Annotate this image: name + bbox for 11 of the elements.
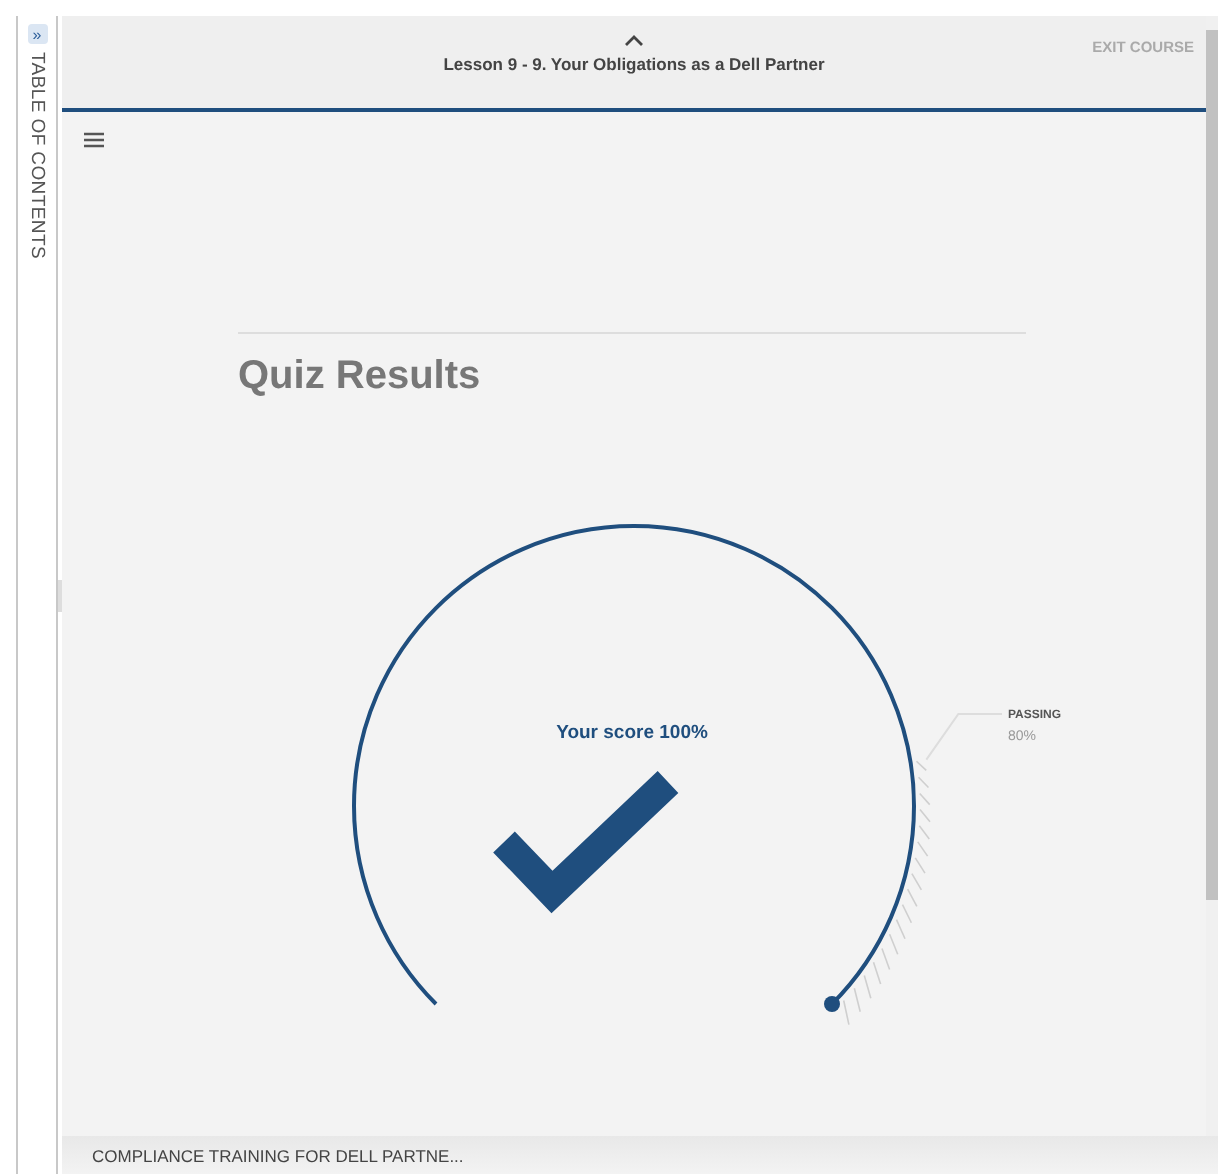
chevron-up-icon[interactable] <box>624 34 644 46</box>
menu-icon[interactable] <box>84 132 104 148</box>
score-marker <box>824 996 840 1012</box>
checkmark-icon <box>493 771 679 914</box>
course-title: COMPLIANCE TRAINING FOR DELL PARTNE... <box>92 1145 464 1165</box>
expand-button[interactable]: » <box>27 24 47 44</box>
table-of-contents-tab[interactable]: TABLE OF CONTENTS <box>26 52 48 260</box>
score-label: Your score 100% <box>556 722 708 744</box>
sidebar-handle[interactable] <box>58 580 62 612</box>
lesson-title: Lesson 9 - 9. Your Obligations as a Dell Partner <box>443 54 825 74</box>
quiz-title: Quiz Results <box>238 354 483 400</box>
